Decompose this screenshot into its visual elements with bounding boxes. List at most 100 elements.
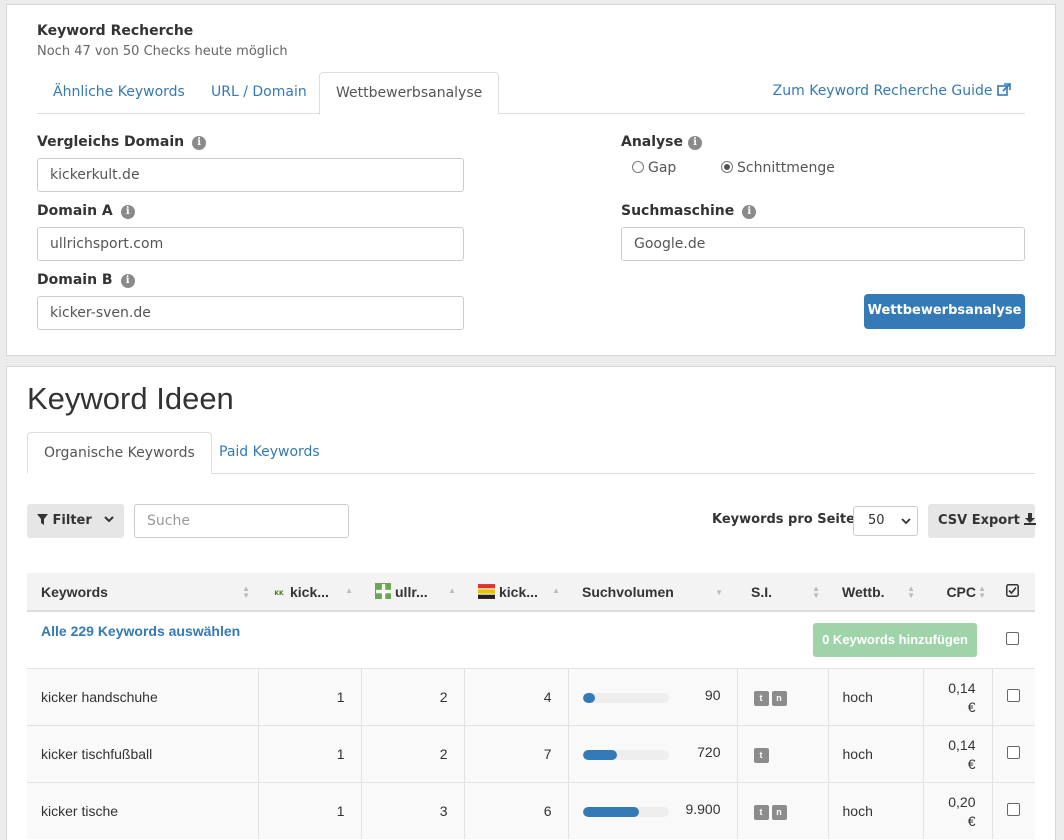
col-search-intent[interactable]: S.I. ▲ ▼ <box>737 573 828 612</box>
tab-url-domain[interactable]: URL / Domain <box>195 72 323 114</box>
kickerkult-favicon-icon: KK <box>272 588 286 597</box>
col-search-volume[interactable]: Suchvolumen ▼ <box>568 573 737 612</box>
volume-cell: 90 <box>567 667 737 725</box>
info-icon[interactable]: i <box>688 136 703 150</box>
add-keywords-button[interactable]: 0 Keywords hinzufügen <box>813 622 977 657</box>
tool-title: Keyword Recherche <box>37 23 194 39</box>
col-search-intent-label: S.I. <box>751 583 773 600</box>
kickersven-favicon-icon <box>478 583 495 599</box>
table-row: kicker tische 1 3 6 9.900 tn hoch 0,20 € <box>27 781 1035 839</box>
svg-text:KK: KK <box>274 590 284 597</box>
analysis-label: Analyse i <box>621 134 703 150</box>
cpc-cell: 0,20 € <box>922 781 992 839</box>
intent-badge: t <box>753 690 769 706</box>
info-icon[interactable]: i <box>742 205 757 219</box>
keyword-search-input[interactable]: Suche <box>134 504 349 538</box>
col-cpc-label: CPC <box>946 583 976 600</box>
domain-b-input[interactable]: kicker-sven.de <box>37 296 464 330</box>
row-checkbox[interactable] <box>1006 688 1020 702</box>
competition-cell: hoch <box>827 667 923 725</box>
rank-compare-cell: 1 <box>257 781 361 839</box>
search-intent-cell: tn <box>736 781 828 839</box>
col-competition[interactable]: Wettb. ▲ ▼ <box>828 573 923 612</box>
sort-icon: ▲ ▼ <box>907 584 915 600</box>
info-icon[interactable]: i <box>120 274 135 288</box>
row-checkbox[interactable] <box>1006 802 1020 816</box>
tab-similar-keywords[interactable]: Ähnliche Keywords <box>37 72 201 114</box>
domain-a-input[interactable]: ullrichsport.com <box>37 227 464 261</box>
csv-export-button[interactable]: CSV Export <box>928 504 1037 538</box>
volume-value: 720 <box>697 743 721 760</box>
radio-intersection-label: Schnittmenge <box>737 160 835 176</box>
cpc-value: 0,14 <box>948 736 976 753</box>
info-icon[interactable]: i <box>120 205 135 219</box>
cpc-value: 0,20 <box>948 793 976 810</box>
intent-badge: n <box>771 690 787 706</box>
select-all-link[interactable]: Alle 229 Keywords auswählen <box>41 623 240 639</box>
guide-link[interactable]: Zum Keyword Recherche Guide <box>773 83 1011 99</box>
tab-competitor-analysis[interactable]: Wettbewerbsanalyse <box>319 72 500 115</box>
rank-domain-b-cell: 4 <box>463 667 568 725</box>
intent-badge: t <box>753 747 769 763</box>
search-intent-cell: tn <box>736 667 828 725</box>
volume-bar <box>582 692 669 703</box>
col-competition-label: Wettb. <box>842 583 885 600</box>
info-icon[interactable]: i <box>192 136 207 150</box>
sort-down-icon: ▼ <box>715 588 723 597</box>
search-engine-label: Suchmaschine i <box>621 203 757 219</box>
volume-value: 9.900 <box>685 800 721 817</box>
tab-paid-keywords[interactable]: Paid Keywords <box>203 432 336 474</box>
table-header-row: Keywords ▲ ▼ KK kick... ▲ ullr... ▲ kick... ▲ … <box>27 573 1035 612</box>
sort-icon: ▲ ▼ <box>242 584 250 600</box>
ideas-heading: Keyword Ideen <box>27 381 234 416</box>
volume-cell: 720 <box>567 724 737 782</box>
ullrichsport-favicon-icon <box>375 583 391 599</box>
tab-organic-keywords[interactable]: Organische Keywords <box>27 432 212 474</box>
radio-gap-label: Gap <box>648 160 677 176</box>
competition-cell: hoch <box>827 781 923 839</box>
domain-b-label: Domain B i <box>37 272 135 288</box>
col-domain-compare[interactable]: KK kick... ▲ <box>258 573 361 612</box>
radio-gap[interactable]: Gap <box>632 160 676 176</box>
intent-badge: n <box>771 804 787 820</box>
col-search-volume-label: Suchvolumen <box>582 583 674 600</box>
compare-domain-label-text: Vergleichs Domain <box>37 134 185 150</box>
volume-cell: 9.900 <box>567 781 737 839</box>
col-cpc[interactable]: CPC ▲ ▼ <box>923 573 992 612</box>
row-checkbox[interactable] <box>1006 745 1020 759</box>
cpc-currency: € <box>967 698 976 715</box>
checks-remaining: Noch 47 von 50 Checks heute möglich <box>37 44 288 59</box>
run-analysis-button[interactable]: Wettbewerbsanalyse <box>864 294 1025 329</box>
per-page-select[interactable]: 50 <box>853 506 918 536</box>
guide-link-text: Zum Keyword Recherche Guide <box>772 83 993 99</box>
select-all-checkbox[interactable] <box>1006 631 1019 645</box>
keyword-table: Keywords ▲ ▼ KK kick... ▲ ullr... ▲ kick... ▲ … <box>27 573 1035 839</box>
col-domain-b-label: kick... <box>499 583 538 600</box>
radio-intersection[interactable]: Schnittmenge <box>721 160 835 176</box>
chevron-down-icon <box>104 516 115 523</box>
col-select[interactable] <box>992 573 1035 612</box>
rank-domain-a-cell: 2 <box>360 667 464 725</box>
compare-domain-input[interactable]: kickerkult.de <box>37 158 464 192</box>
filter-icon <box>37 514 48 525</box>
col-domain-a[interactable]: ullr... ▲ <box>361 573 464 612</box>
cpc-cell: 0,14 € <box>922 667 992 725</box>
radio-gap-circle[interactable] <box>632 161 644 173</box>
keyword-cell: kicker tischfußball <box>27 724 258 782</box>
rank-compare-cell: 1 <box>257 724 361 782</box>
keyword-cell: kicker handschuhe <box>27 667 258 725</box>
search-engine-select[interactable]: Google.de <box>621 227 1025 261</box>
cpc-currency: € <box>967 812 976 829</box>
col-keywords[interactable]: Keywords ▲ ▼ <box>27 573 258 612</box>
volume-bar <box>582 749 669 760</box>
filter-button[interactable]: Filter <box>27 504 124 538</box>
sort-icon: ▲ ▼ <box>812 584 820 600</box>
sort-up-icon: ▲ <box>448 586 456 595</box>
col-domain-b[interactable]: kick... ▲ <box>464 573 568 612</box>
rank-domain-a-cell: 3 <box>360 781 464 839</box>
select-all-row: Alle 229 Keywords auswählen 0 Keywords h… <box>27 610 1035 668</box>
sort-up-icon: ▲ <box>345 586 353 595</box>
check-square-icon[interactable] <box>1006 583 1019 597</box>
radio-intersection-circle[interactable] <box>721 161 733 173</box>
cpc-value: 0,14 <box>948 679 976 696</box>
